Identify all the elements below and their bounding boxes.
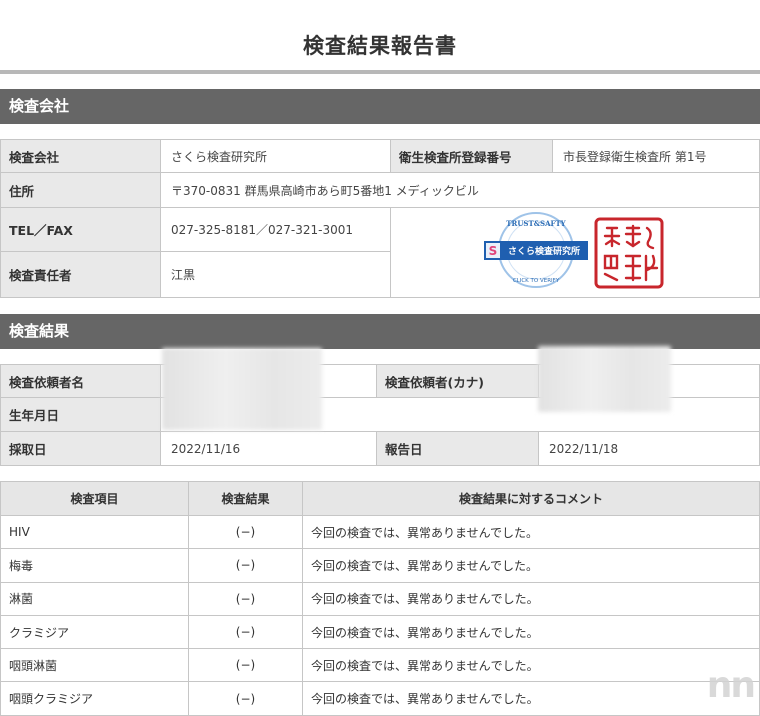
test-result: (−) <box>188 648 303 683</box>
test-item: 淋菌 <box>0 581 189 616</box>
tel-fax-value: 027-325-8181／027-321-3001 <box>160 207 391 252</box>
table-row: 咽頭淋菌 (−) 今回の検査では、異常ありませんでした。 <box>0 648 760 683</box>
badge-ring-bottom: CLICK TO VERIFY <box>513 278 560 284</box>
test-result: (−) <box>188 548 303 583</box>
company-section-header: 検査会社 <box>0 89 760 124</box>
test-result: (−) <box>188 614 303 650</box>
trust-badge-logo[interactable]: TRUST&SAFTY CLICK TO VERIFY S さくら検査研究所 <box>482 210 590 290</box>
collection-date-value: 2022/11/16 <box>160 431 377 466</box>
redacted-requester-name <box>162 348 322 430</box>
test-result: (−) <box>188 514 303 550</box>
test-comment: 今回の検査では、異常ありませんでした。 <box>302 548 760 583</box>
result-section-header: 検査結果 <box>0 314 760 349</box>
test-result: (−) <box>188 581 303 616</box>
table-row: 梅毒 (−) 今回の検査では、異常ありませんでした。 <box>0 548 760 583</box>
test-item: 梅毒 <box>0 548 189 583</box>
tel-fax-label: TEL／FAX <box>0 207 161 252</box>
badge-company-name: さくら検査研究所 <box>508 245 580 257</box>
test-comment: 今回の検査では、異常ありませんでした。 <box>302 648 760 683</box>
manager-value: 江黒 <box>160 251 391 298</box>
company-seal-stamp <box>594 217 664 289</box>
registration-label: 衛生検査所登録番号 <box>390 139 553 173</box>
company-value: さくら検査研究所 <box>160 139 391 173</box>
requester-kana-label: 検査依頼者(カナ) <box>376 364 539 398</box>
test-comment: 今回の検査では、異常ありませんでした。 <box>302 514 760 550</box>
report-date-label: 報告日 <box>376 431 539 466</box>
test-results-table: 検査項目 検査結果 検査結果に対するコメント HIV (−) 今回の検査では、異… <box>0 481 760 716</box>
manager-label: 検査責任者 <box>0 251 161 298</box>
redacted-requester-kana <box>538 346 671 412</box>
collection-date-label: 採取日 <box>0 431 161 466</box>
company-label: 検査会社 <box>0 139 161 173</box>
birth-date-label: 生年月日 <box>0 397 161 432</box>
report-date-value: 2022/11/18 <box>538 431 760 466</box>
test-item: HIV <box>0 514 189 550</box>
requester-name-label: 検査依頼者名 <box>0 364 161 398</box>
watermark-logo: nn <box>706 665 756 706</box>
header-test-item: 検査項目 <box>0 481 189 516</box>
test-item: クラミジア <box>0 614 189 650</box>
table-row: 咽頭クラミジア (−) 今回の検査では、異常ありませんでした。 <box>0 681 760 716</box>
address-label: 住所 <box>0 172 161 208</box>
page-title: 検査結果報告書 <box>303 34 457 58</box>
title-divider <box>0 70 760 74</box>
table-row: HIV (−) 今回の検査では、異常ありませんでした。 <box>0 514 760 550</box>
address-value: 〒370-0831 群馬県高崎市あら町5番地1 メディックビル <box>160 172 760 208</box>
table-row: 淋菌 (−) 今回の検査では、異常ありませんでした。 <box>0 581 760 616</box>
test-item: 咽頭クラミジア <box>0 681 189 716</box>
test-comment: 今回の検査では、異常ありませんでした。 <box>302 681 760 716</box>
header-test-result: 検査結果 <box>188 481 303 516</box>
test-result: (−) <box>188 681 303 716</box>
registration-value: 市長登録衛生検査所 第1号 <box>552 139 760 173</box>
badge-ring-top: TRUST&SAFTY <box>506 219 566 228</box>
header-comment: 検査結果に対するコメント <box>302 481 760 516</box>
test-item: 咽頭淋菌 <box>0 648 189 683</box>
table-row: クラミジア (−) 今回の検査では、異常ありませんでした。 <box>0 614 760 650</box>
svg-text:S: S <box>489 244 498 258</box>
test-comment: 今回の検査では、異常ありませんでした。 <box>302 614 760 650</box>
test-comment: 今回の検査では、異常ありませんでした。 <box>302 581 760 616</box>
